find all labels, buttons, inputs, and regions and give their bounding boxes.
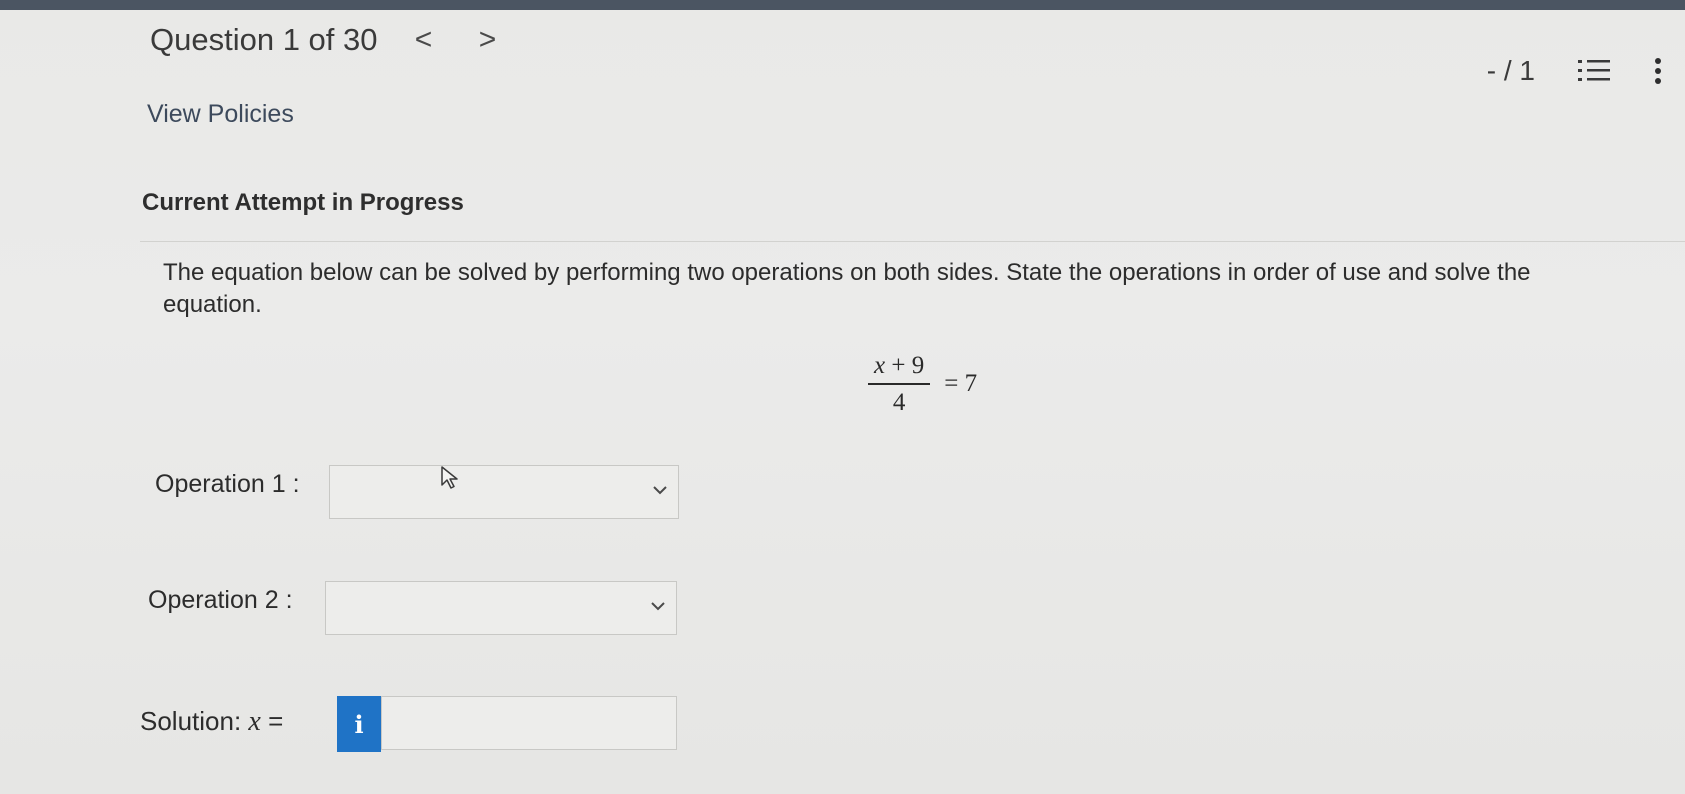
operation-2-label: Operation 2 : (148, 586, 293, 614)
right-toolbar: - / 1 (1487, 55, 1663, 87)
question-title: Question 1 of 30 (150, 22, 378, 57)
equation-denominator: 4 (892, 388, 906, 416)
numerator-rest: + 9 (885, 352, 925, 379)
solution-equals: = (268, 706, 284, 736)
equation-rhs: = 7 (944, 370, 978, 398)
next-question-button[interactable]: > (470, 23, 506, 57)
equation-fraction: x + 9 4 (868, 352, 931, 417)
solution-input[interactable] (381, 696, 677, 750)
previous-question-button[interactable]: < (406, 23, 442, 57)
solution-variable: x (248, 706, 261, 737)
equation-numerator: x + 9 (868, 352, 930, 383)
score-display: - / 1 (1486, 55, 1535, 86)
solution-label-text: Solution: (140, 706, 242, 736)
chevron-down-icon (653, 486, 667, 495)
operation-1-label: Operation 1 : (155, 470, 300, 498)
chevron-down-icon (651, 602, 665, 611)
vertical-dots-icon[interactable] (1653, 57, 1663, 85)
mouse-pointer-icon (441, 466, 458, 489)
numerator-variable: x (874, 352, 886, 379)
question-prompt: The equation below can be solved by perf… (163, 259, 1531, 318)
attempt-heading: Current Attempt in Progress (142, 189, 464, 216)
top-bar (0, 0, 1685, 10)
equation: x + 9 4 = 7 (868, 352, 977, 417)
operation-1-select[interactable] (329, 465, 679, 519)
numbered-list-icon[interactable] (1577, 58, 1611, 84)
question-header: Question 1 of 30 < > (150, 22, 506, 58)
solution-label: Solution: x = (140, 706, 283, 738)
operation-2-select[interactable] (325, 581, 677, 635)
section-divider (140, 241, 1685, 242)
view-policies-link[interactable]: View Policies (147, 100, 294, 129)
info-icon[interactable]: i (337, 696, 381, 752)
